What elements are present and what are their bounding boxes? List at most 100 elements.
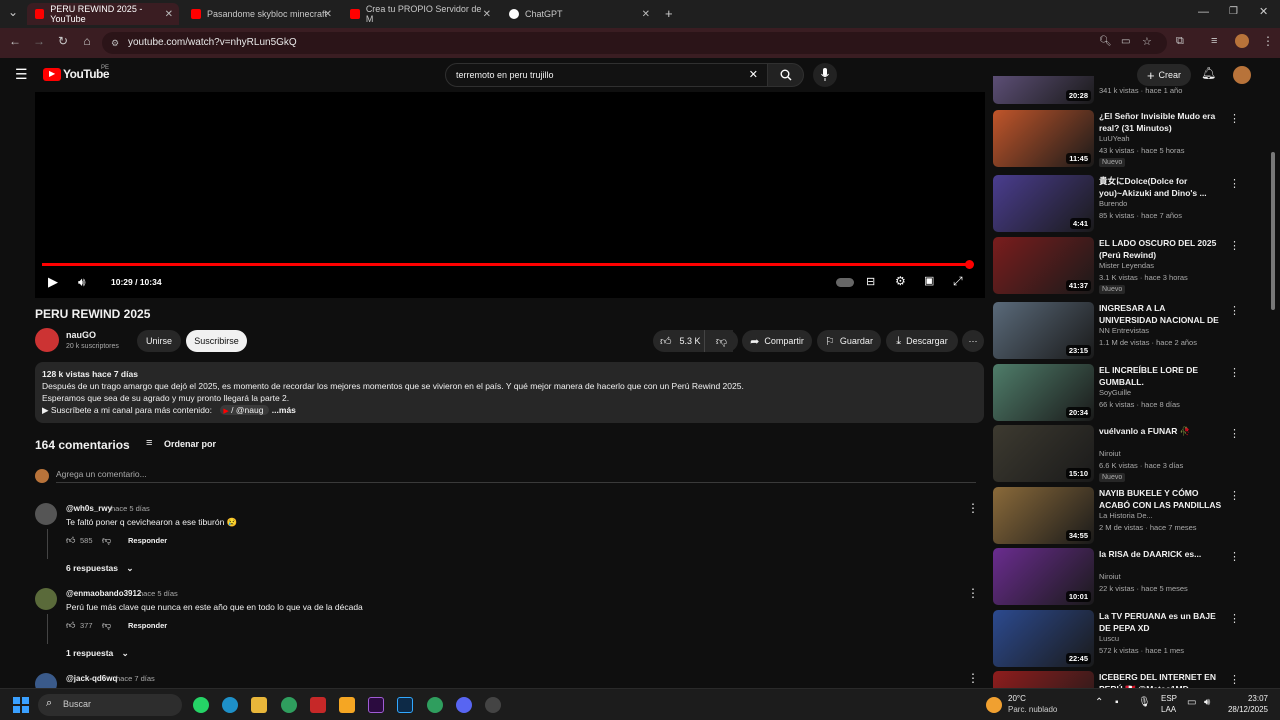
reload-icon[interactable]: ↻ — [54, 34, 72, 48]
bookmark-star-icon[interactable]: ☆ — [1142, 35, 1152, 48]
recommendation-thumbnail[interactable]: 22:45 — [993, 610, 1094, 667]
network-icon[interactable]: ▭ — [1187, 697, 1196, 708]
sort-icon[interactable]: ≡ — [146, 437, 152, 449]
weather-icon[interactable] — [986, 697, 1002, 713]
volume-icon[interactable]: 🔊︎ — [78, 275, 86, 290]
recommendation-item[interactable]: 41:37 EL LADO OSCURO DEL 2025 (Perú Rewin… — [993, 237, 1243, 295]
recommendation-item[interactable]: 23:15 INGRESAR A LA UNIVERSIDAD NACIONAL … — [993, 302, 1243, 360]
recommendation-item[interactable]: 34:55 NAYIB BUKELE Y CÓMO ACABÓ CON LAS P… — [993, 487, 1243, 545]
edge-icon[interactable] — [222, 697, 238, 713]
cast-icon[interactable]: ▭ — [1121, 36, 1130, 47]
recommendation-thumbnail[interactable]: 20:28 — [993, 76, 1094, 104]
thumbs-down-icon[interactable]: 👎︎ — [102, 620, 111, 631]
video-player[interactable]: ▶ 🔊︎ 10:29 / 10:34 ⊟ ⚙ ▣ ⤢ — [35, 92, 985, 298]
tab-search-icon[interactable]: ⌄ — [4, 5, 22, 19]
windows-start-icon[interactable] — [13, 697, 29, 713]
progress-bar[interactable] — [42, 260, 974, 269]
tray-chevron-icon[interactable]: ⌃ — [1095, 697, 1103, 708]
download-button[interactable]: ⤓ Descargar — [886, 330, 958, 352]
tray-app-icon[interactable]: ▪ — [1115, 697, 1119, 708]
reply-button[interactable]: Responder — [128, 621, 167, 630]
channel-link[interactable]: ▶ / @naug — [220, 405, 269, 415]
site-info-icon[interactable]: ⚙ — [111, 32, 119, 54]
comment-avatar[interactable] — [35, 503, 57, 525]
comment-time[interactable]: hace 5 días — [139, 589, 178, 598]
whatsapp-icon[interactable] — [193, 697, 209, 713]
join-button[interactable]: Unirse — [137, 330, 181, 352]
clear-search-icon[interactable]: ✕ — [749, 64, 758, 86]
weather-temp[interactable]: 20°C — [1008, 694, 1026, 703]
recommendation-menu-icon[interactable]: ⋮ — [1229, 177, 1240, 190]
zoom-icon[interactable]: 🔍︎ — [1099, 36, 1112, 47]
premiere-icon[interactable] — [368, 697, 384, 713]
more-actions-icon[interactable]: ⋯ — [962, 330, 984, 352]
comment-author[interactable]: @enmaobando3912 — [66, 589, 141, 598]
comment-menu-icon[interactable]: ⋮ — [967, 586, 979, 600]
back-icon[interactable]: ← — [6, 34, 24, 48]
recommendation-item[interactable]: 20:34 EL INCREÍBLE LORE DE GUMBALL. SoyGui… — [993, 364, 1243, 422]
youtube-logo-icon[interactable]: ▶ — [43, 68, 61, 81]
dislike-button[interactable]: 👎︎ — [704, 330, 738, 352]
minimize-icon[interactable]: — — [1198, 6, 1209, 18]
comment-menu-icon[interactable]: ⋮ — [967, 673, 979, 685]
voice-search-button[interactable] — [813, 63, 837, 87]
app-icon[interactable] — [485, 697, 501, 713]
subscribe-button[interactable]: Suscribirse — [186, 330, 247, 352]
recommendation-item[interactable]: 10:01 la RISA de DAARICK es... Niroiut 22 k… — [993, 548, 1243, 606]
play-icon[interactable]: ▶ — [48, 274, 58, 290]
recommendation-thumbnail[interactable]: 20:34 — [993, 364, 1094, 421]
chrome-active-icon[interactable] — [427, 697, 443, 713]
recommendation-thumbnail[interactable]: 11:45 — [993, 110, 1094, 167]
recommendation-item[interactable]: 11:45 ¿El Señor Invisible Mudo era real? … — [993, 110, 1243, 168]
reading-list-icon[interactable]: ≡ — [1211, 35, 1217, 47]
recommendation-thumbnail[interactable] — [993, 671, 1094, 688]
thumbs-up-icon[interactable]: 👍︎ — [66, 620, 75, 631]
app-a-icon[interactable] — [339, 697, 355, 713]
channel-avatar[interactable] — [35, 328, 59, 352]
browser-menu-icon[interactable]: ⋮ — [1262, 34, 1274, 48]
recommendation-item[interactable]: 22:45 La TV PERUANA es un BAJE DE PEPA XD… — [993, 610, 1243, 668]
home-icon[interactable]: ⌂ — [78, 34, 96, 48]
share-button[interactable]: ➦ Compartir — [742, 330, 812, 352]
recommendation-thumbnail[interactable]: 15:10 — [993, 425, 1094, 482]
search-button[interactable] — [767, 63, 804, 87]
recommendation-menu-icon[interactable]: ⋮ — [1229, 304, 1240, 317]
clock-time[interactable]: 23:07 — [1222, 694, 1268, 703]
photoshop-icon[interactable] — [397, 697, 413, 713]
weather-desc[interactable]: Parc. nublado — [1008, 705, 1057, 714]
recommendation-menu-icon[interactable]: ⋮ — [1229, 550, 1240, 563]
recommendation-menu-icon[interactable]: ⋮ — [1229, 489, 1240, 502]
extensions-icon[interactable]: ⧉ — [1176, 35, 1184, 48]
comment-time[interactable]: hace 7 días — [116, 674, 155, 683]
tab-close-icon[interactable]: ✕ — [483, 9, 491, 20]
tab-close-icon[interactable]: ✕ — [642, 9, 650, 20]
add-comment-input[interactable]: Agrega un comentario... — [56, 469, 976, 483]
microphone-tray-icon[interactable]: 🎙︎ — [1138, 697, 1151, 708]
show-more-link[interactable]: ...más — [272, 405, 296, 415]
comment-time[interactable]: hace 5 días — [111, 504, 150, 513]
replies-toggle[interactable]: 1 respuesta ⌄ — [66, 648, 129, 659]
language-layout[interactable]: LAA — [1161, 705, 1176, 714]
recommendation-thumbnail[interactable]: 4:41 — [993, 175, 1094, 232]
description-box[interactable]: 128 k vistas hace 7 días Después de un t… — [35, 362, 984, 423]
chrome-icon[interactable] — [281, 697, 297, 713]
recommendation-item[interactable]: 20:28 341 k vistas · hace 1 año — [993, 76, 1243, 104]
sort-button[interactable]: Ordenar por — [164, 439, 216, 449]
recommendation-item[interactable]: 15:10 vuélvanlo a FUNAR 🥀 Niroiut 6.6 K vis… — [993, 425, 1243, 483]
tab-youtube[interactable]: PERU REWIND 2025 - YouTube ✕ — [27, 3, 179, 25]
comment-menu-icon[interactable]: ⋮ — [967, 501, 979, 515]
recommendation-menu-icon[interactable]: ⋮ — [1229, 427, 1240, 440]
tab-minecraft[interactable]: Pasandome skybloc minecraft ✕ — [183, 3, 338, 25]
fullscreen-icon[interactable]: ⤢ — [953, 274, 963, 289]
url-bar[interactable]: ⚙ youtube.com/watch?v=nhyRLun5GkQ — [102, 32, 1167, 54]
recommendation-thumbnail[interactable]: 34:55 — [993, 487, 1094, 544]
replies-toggle[interactable]: 6 respuestas ⌄ — [66, 563, 133, 574]
progress-scrubber[interactable] — [965, 260, 974, 269]
search-input[interactable]: terremoto en peru trujillo ✕ — [445, 63, 768, 87]
recommendation-menu-icon[interactable]: ⋮ — [1229, 673, 1240, 686]
thumbs-down-icon[interactable]: 👎︎ — [102, 535, 111, 546]
recommendation-menu-icon[interactable]: ⋮ — [1229, 366, 1240, 379]
language-code[interactable]: ESP — [1161, 694, 1177, 703]
tab-close-icon[interactable]: ✕ — [165, 9, 173, 20]
subtitles-icon[interactable]: ⊟ — [866, 275, 875, 288]
